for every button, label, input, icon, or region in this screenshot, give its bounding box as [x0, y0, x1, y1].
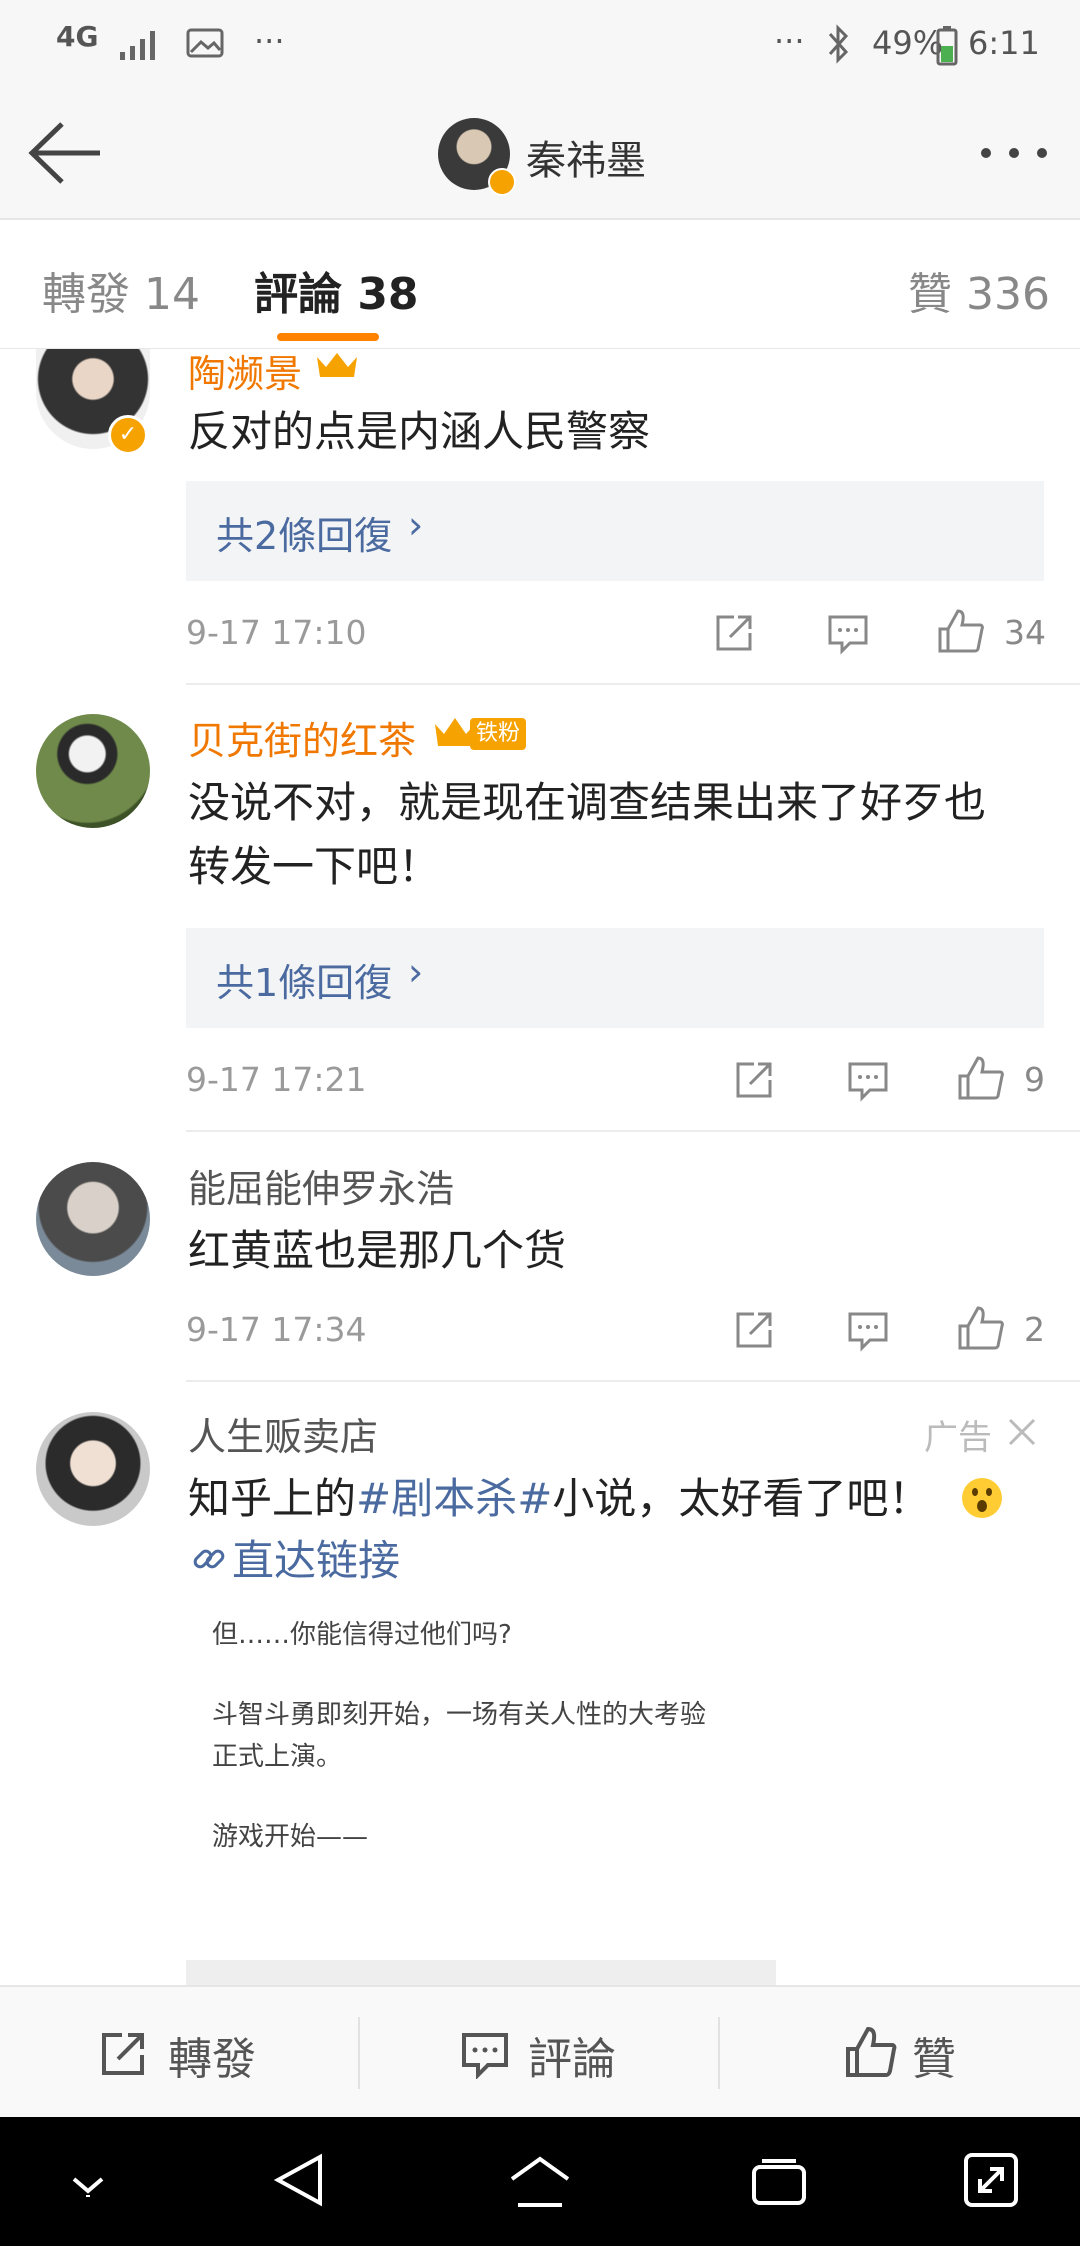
separator — [358, 2017, 360, 2089]
active-tab-indicator — [277, 333, 379, 341]
like-icon[interactable] — [956, 1304, 1006, 1352]
comment-icon[interactable] — [460, 2031, 510, 2079]
status-bar: 4G ··· ··· 49% 6:11 — [0, 0, 1080, 90]
replies-box[interactable]: 共2條回復 › — [186, 481, 1044, 581]
like-button[interactable]: 贊 — [912, 2023, 956, 2087]
replies-link[interactable]: 共1條回復 — [216, 952, 392, 1007]
user-avatar[interactable] — [36, 714, 150, 828]
surprised-emoji-icon — [962, 1478, 1002, 1518]
tab-bar: 轉發 14 評論 38 贊 336 — [0, 220, 1080, 349]
user-avatar[interactable] — [36, 1162, 150, 1276]
clock: 6:11 — [968, 24, 1040, 62]
status-more-left: ··· — [254, 22, 285, 60]
comment-item: 贝克街的红茶 铁粉 没说不对，就是现在调查结果出来了好歹也 转发一下吧！ 共1條… — [0, 712, 1080, 1112]
username[interactable]: 陶濒景 — [188, 343, 302, 398]
network-indicator: 4G — [56, 20, 99, 53]
more-options-icon[interactable] — [978, 146, 1050, 160]
username[interactable]: 能屈能伸罗永浩 — [188, 1158, 454, 1213]
link-icon — [193, 1549, 225, 1569]
comment-item: ✓ 陶濒景 反对的点是内涵人民警察 共2條回復 › 9-17 17:10 34 — [0, 349, 1080, 683]
verified-badge-icon: ✓ — [108, 415, 148, 455]
replies-box[interactable]: 共1條回復 › — [186, 928, 1044, 1028]
tab-comment[interactable]: 評論 38 — [254, 258, 419, 322]
status-more-right: ··· — [774, 22, 805, 60]
back-icon[interactable] — [272, 2151, 326, 2209]
verified-badge-icon — [488, 168, 516, 196]
like-count: 9 — [1024, 1060, 1045, 1099]
chevron-right-icon: › — [408, 503, 424, 547]
gallery-icon — [186, 28, 224, 58]
ad-text-prefix: 知乎上的 — [188, 1474, 357, 1523]
comment-text-line2: 转发一下吧！ — [188, 842, 441, 891]
share-icon[interactable] — [732, 1308, 776, 1352]
like-count: 2 — [1024, 1310, 1045, 1349]
tab-repost[interactable]: 轉發 14 — [42, 258, 200, 322]
ad-image-line: 但……你能信得过他们吗? — [212, 1620, 512, 1650]
recent-apps-icon[interactable] — [750, 2157, 808, 2209]
comment-icon[interactable] — [846, 1060, 890, 1102]
hashtag-link[interactable]: #剧本杀# — [356, 1474, 552, 1523]
comment-icon[interactable] — [826, 613, 870, 655]
bottom-action-bar: 轉發 評論 贊 — [0, 1985, 1080, 2119]
direct-link[interactable]: 直达链接 — [232, 1530, 400, 1592]
ad-label: 广告 — [924, 1418, 992, 1458]
like-count: 34 — [1004, 613, 1046, 652]
page-title: 秦祎墨 — [526, 138, 646, 184]
comment-text: 反对的点是内涵人民警察 — [188, 407, 651, 456]
top-nav: 秦祎墨 — [0, 90, 1080, 220]
signal-icon — [120, 31, 155, 60]
comment-item: 能屈能伸罗永浩 红黄蓝也是那几个货 9-17 17:34 2 — [0, 1160, 1080, 1370]
ad-avatar[interactable] — [36, 1412, 150, 1526]
battery-percent: 49% — [872, 24, 944, 62]
battery-icon — [936, 26, 958, 66]
separator — [718, 2017, 720, 2089]
ad-text-suffix: 小说，太好看了吧！ — [552, 1474, 931, 1523]
like-icon[interactable] — [844, 2025, 898, 2079]
username[interactable]: 贝克街的红茶 — [188, 710, 416, 765]
ad-image-line: 斗智斗勇即刻开始，一场有关人性的大考验 — [212, 1700, 707, 1730]
ad-item: 人生贩卖店 广告 知乎上的#剧本杀#小说，太好看了吧！ 直达链接 但……你能信得… — [0, 1408, 1080, 1985]
fan-badge: 铁粉 — [470, 718, 526, 750]
divider — [186, 1130, 1080, 1132]
ad-image-line: 游戏开始—— — [212, 1822, 369, 1852]
divider — [186, 683, 1080, 685]
ad-username[interactable]: 人生贩卖店 — [188, 1408, 378, 1461]
timestamp: 9-17 17:34 — [186, 1310, 367, 1349]
back-arrow-icon[interactable] — [28, 120, 104, 186]
expand-icon[interactable] — [962, 2151, 1020, 2209]
comment-text-line1: 没说不对，就是现在调查结果出来了好歹也 — [188, 778, 987, 827]
comment-icon[interactable] — [846, 1310, 890, 1352]
comment-button[interactable]: 評論 — [528, 2023, 616, 2087]
share-icon[interactable] — [732, 1058, 776, 1102]
tab-like[interactable]: 贊 336 — [908, 258, 1050, 322]
share-icon[interactable] — [712, 611, 756, 655]
chevron-down-icon[interactable] — [66, 2167, 110, 2201]
crown-icon — [317, 353, 357, 377]
ad-image-footer — [186, 1960, 776, 1985]
ad-text: 知乎上的#剧本杀#小说，太好看了吧！ — [188, 1468, 930, 1530]
timestamp: 9-17 17:21 — [186, 1060, 367, 1099]
like-icon[interactable] — [956, 1054, 1006, 1102]
system-nav-bar — [0, 2117, 1080, 2246]
home-icon[interactable] — [508, 2155, 572, 2209]
chevron-right-icon: › — [408, 950, 424, 994]
bluetooth-icon — [828, 24, 849, 64]
ad-image[interactable]: 但……你能信得过他们吗? 斗智斗勇即刻开始，一场有关人性的大考验 正式上演。 游… — [186, 1598, 786, 1985]
like-icon[interactable] — [936, 607, 986, 655]
ad-image-line: 正式上演。 — [212, 1742, 343, 1772]
close-icon[interactable] — [1006, 1416, 1038, 1448]
repost-button[interactable]: 轉發 — [168, 2023, 256, 2087]
repost-icon[interactable] — [98, 2029, 148, 2079]
divider — [186, 1380, 1080, 1382]
timestamp: 9-17 17:10 — [186, 613, 367, 652]
replies-link[interactable]: 共2條回復 — [216, 505, 392, 560]
comment-text: 红黄蓝也是那几个货 — [188, 1226, 567, 1275]
